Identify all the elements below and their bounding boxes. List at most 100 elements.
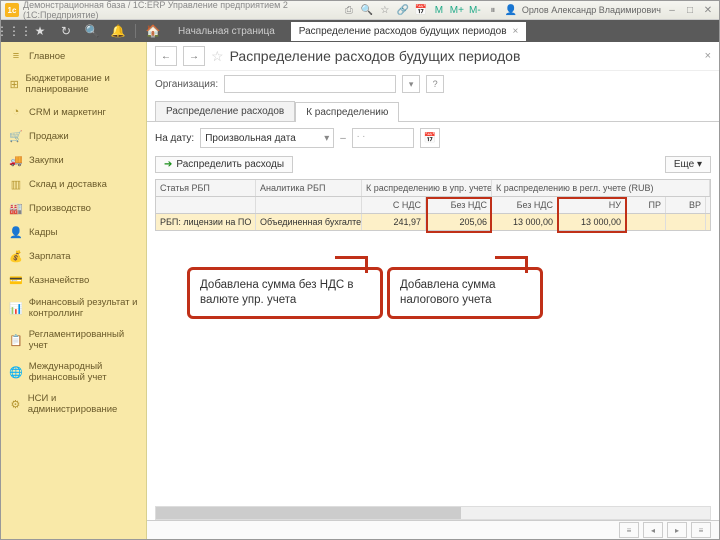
col-article[interactable]: Статья РБП — [156, 180, 256, 196]
star-icon[interactable]: ★ — [31, 22, 49, 40]
nav-first-icon[interactable]: ≡ — [619, 522, 639, 538]
print-icon[interactable]: ⎙ — [342, 3, 356, 17]
tab-close-icon[interactable]: × — [513, 26, 519, 37]
factory-icon: 🏭 — [9, 201, 23, 215]
date-field[interactable]: . . — [352, 128, 414, 148]
person-icon: 👤 — [9, 225, 23, 239]
home-icon[interactable]: 🏠 — [144, 22, 162, 40]
menu-icon[interactable]: ⋮⋮⋮ — [5, 22, 23, 40]
tab-start[interactable]: Начальная страница — [170, 22, 283, 41]
col-regl-group[interactable]: К распределению в регл. учете (RUB) — [492, 180, 710, 196]
sidebar-item-ifrs[interactable]: 🌐Международный финансовый учет — [1, 356, 146, 388]
bell-icon[interactable]: 🔔 — [109, 22, 127, 40]
cell-novat2: 13 000,00 — [492, 214, 558, 230]
sidebar-label: Международный финансовый учет — [29, 361, 138, 383]
search-icon[interactable]: 🔍 — [360, 3, 374, 17]
back-button[interactable]: ← — [155, 46, 177, 66]
page-close-icon[interactable]: × — [705, 50, 711, 62]
sidebar-label: Кадры — [29, 227, 57, 238]
distribute-button[interactable]: ➔Распределить расходы — [155, 156, 293, 173]
sidebar-item-finresult[interactable]: 📊Финансовый результат и контроллинг — [1, 292, 146, 324]
cell-novat: 205,06 — [426, 214, 492, 230]
col-pr[interactable]: ПР — [626, 197, 666, 213]
close-icon[interactable]: ✕ — [701, 3, 715, 17]
sidebar-item-treasury[interactable]: 💳Казначейство — [1, 268, 146, 292]
history-icon[interactable]: ↻ — [57, 22, 75, 40]
sidebar-label: Зарплата — [29, 251, 71, 262]
sidebar-item-prod[interactable]: 🏭 Производство — [1, 196, 146, 220]
scroll-thumb[interactable] — [156, 507, 461, 519]
menu-lines-icon: ≡ — [9, 49, 23, 63]
gear-icon: ⚙ — [9, 397, 22, 411]
sidebar-item-warehouse[interactable]: ▥Склад и доставка — [1, 172, 146, 196]
tab-distribution[interactable]: Распределение расходов — [155, 101, 295, 121]
sidebar-item-budget[interactable]: ⊞Бюджетирование и планирование — [1, 68, 146, 100]
more-button[interactable]: Еще ▾ — [665, 156, 711, 173]
m-minus-icon[interactable]: M- — [468, 3, 482, 17]
action-row: ➔Распределить расходы Еще ▾ — [147, 154, 719, 179]
search-toolbar-icon[interactable]: 🔍 — [83, 22, 101, 40]
sidebar-label: Производство — [29, 203, 91, 214]
col-novat2[interactable]: Без НДС — [492, 197, 558, 213]
sidebar: ≡Главное ⊞Бюджетирование и планирование … — [1, 42, 147, 539]
col-upr-group[interactable]: К распределению в упр. учете (USD) — [362, 180, 492, 196]
m-icon[interactable]: M — [432, 3, 446, 17]
sidebar-item-sales[interactable]: 🛒 Продажи — [1, 124, 146, 148]
nav-prev-icon[interactable]: ◂ — [643, 522, 663, 538]
window-title: Демонстрационная база / 1С:ERP Управлени… — [23, 0, 338, 20]
org-help-icon[interactable]: ? — [426, 75, 444, 93]
calc-icon[interactable]: 📅 — [414, 3, 428, 17]
date-mode-select[interactable]: Произвольная дата — [200, 128, 334, 148]
forward-button[interactable]: → — [183, 46, 205, 66]
sidebar-item-admin[interactable]: ⚙НСИ и администрирование — [1, 388, 146, 420]
calendar-icon[interactable]: 📅 — [420, 128, 440, 148]
page-title: Распределение расходов будущих периодов — [230, 48, 521, 64]
minimize-icon[interactable]: – — [665, 3, 679, 17]
org-field[interactable] — [224, 75, 396, 93]
col-nu[interactable]: НУ — [558, 197, 626, 213]
tab-to-distribute[interactable]: К распределению — [295, 102, 399, 122]
sidebar-item-regacct[interactable]: 📋 Регламентированный учет — [1, 324, 146, 356]
cart-icon: 🛒 — [9, 129, 23, 143]
table-row[interactable]: РБП: лицензии на ПО Объединенная бухгалт… — [156, 214, 710, 230]
fav-icon[interactable]: ☆ — [378, 3, 392, 17]
nav-next-icon[interactable]: ▸ — [667, 522, 687, 538]
separator — [135, 24, 136, 38]
titlebar: 1c Демонстрационная база / 1С:ERP Управл… — [1, 1, 719, 20]
col-novat[interactable]: Без НДС — [426, 197, 492, 213]
col-analytics[interactable]: Аналитика РБП — [256, 180, 362, 196]
app-logo-icon: 1c — [5, 3, 19, 17]
sidebar-item-purch[interactable]: 🚚Закупки — [1, 148, 146, 172]
chart-icon: 📊 — [9, 301, 23, 315]
col-withvat[interactable]: С НДС — [362, 197, 426, 213]
sidebar-item-main[interactable]: ≡ Главное — [1, 44, 146, 68]
cell-withvat: 241,97 — [362, 214, 426, 230]
sidebar-label: Закупки — [29, 155, 64, 166]
tab-active[interactable]: Распределение расходов будущих периодов … — [291, 22, 527, 41]
page-header: ← → ☆ Распределение расходов будущих пер… — [147, 42, 719, 71]
sidebar-label: Регламентированный учет — [29, 329, 138, 351]
m-plus-icon[interactable]: M+ — [450, 3, 464, 17]
nav-last-icon[interactable]: ≡ — [691, 522, 711, 538]
col-vr[interactable]: ВР — [666, 197, 706, 213]
link-icon[interactable]: 🔗 — [396, 3, 410, 17]
statusbar: ≡ ◂ ▸ ≡ — [147, 520, 719, 539]
sidebar-label: Главное — [29, 51, 65, 62]
maximize-icon[interactable]: □ — [683, 3, 697, 17]
body: ≡Главное ⊞Бюджетирование и планирование … — [1, 42, 719, 539]
sidebar-label: Продажи — [29, 131, 69, 142]
favorite-star-icon[interactable]: ☆ — [211, 48, 224, 65]
grid: Статья РБП Аналитика РБП К распределению… — [155, 179, 711, 231]
money-icon: 💰 — [9, 249, 23, 263]
user-icon[interactable]: 👤 — [504, 3, 518, 17]
sidebar-item-crm[interactable]: ◔CRM и маркетинг — [1, 100, 146, 124]
card-icon: 💳 — [9, 273, 23, 287]
sidebar-label: Склад и доставка — [29, 179, 107, 190]
clipboard-icon: 📋 — [9, 333, 23, 347]
callout-1: Добавлена сумма без НДС в валюте упр. уч… — [187, 267, 383, 319]
tab-active-label: Распределение расходов будущих периодов — [299, 26, 507, 37]
sidebar-item-salary[interactable]: 💰 Зарплата — [1, 244, 146, 268]
sidebar-item-hr[interactable]: 👤 Кадры — [1, 220, 146, 244]
horizontal-scrollbar[interactable] — [155, 506, 711, 520]
org-dropdown-icon[interactable]: ▾ — [402, 75, 420, 93]
